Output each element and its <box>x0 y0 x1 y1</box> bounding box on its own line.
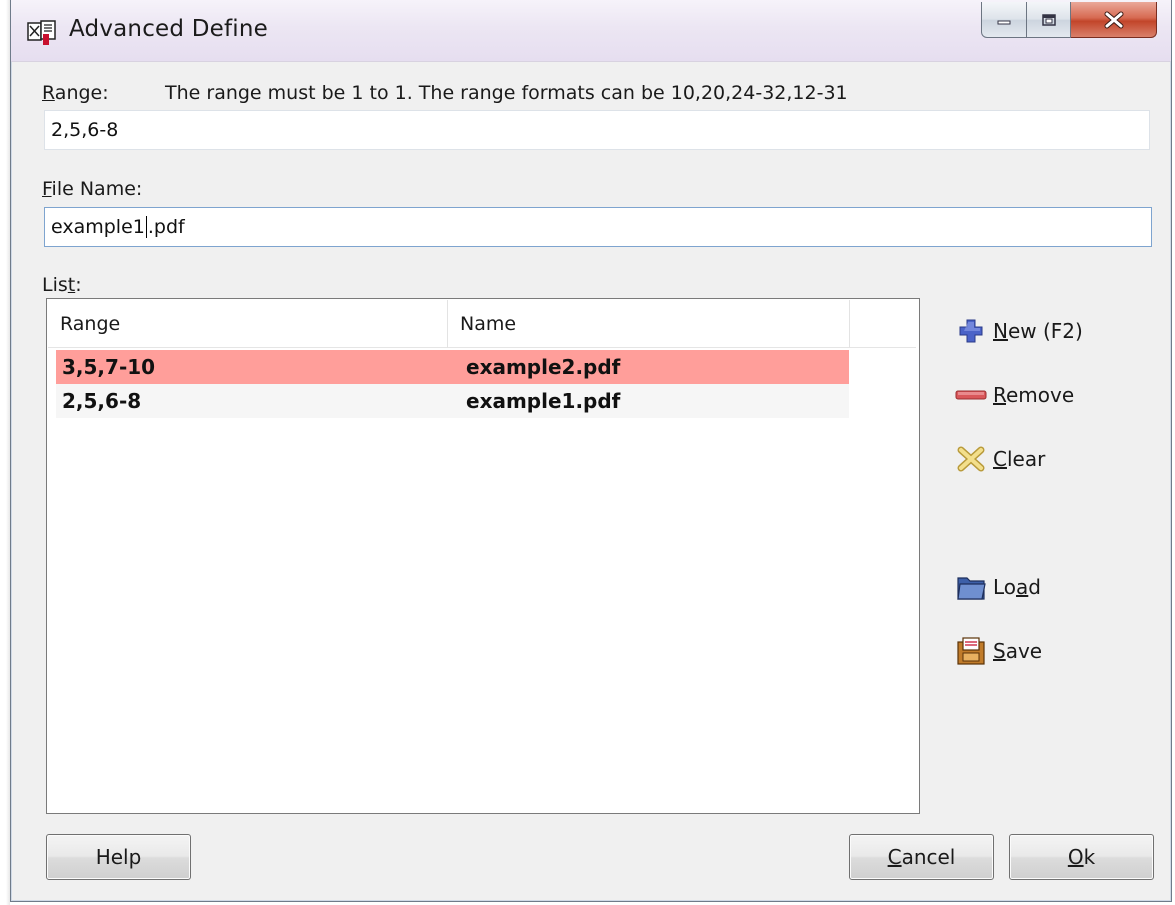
advanced-define-dialog: Advanced Define Range: The range must be… <box>10 0 1172 902</box>
range-list[interactable]: Range Name 3,5,7-10 example2.pdf 2,5,6-8… <box>46 298 920 814</box>
maximize-icon <box>1041 13 1056 26</box>
column-header-range[interactable]: Range <box>48 300 448 348</box>
range-input[interactable]: 2,5,6-8 <box>44 110 1150 150</box>
minimize-icon <box>997 20 1011 24</box>
file-name-input[interactable]: example1 .pdf <box>44 207 1152 247</box>
window-controls <box>981 2 1157 38</box>
file-name-value-start: example1 <box>51 216 145 238</box>
ok-button[interactable]: Ok <box>1009 834 1154 880</box>
row-name-cell: example1.pdf <box>466 389 621 413</box>
column-header-filler <box>850 300 916 348</box>
window-title: Advanced Define <box>69 16 268 42</box>
table-row-selected[interactable]: 3,5,7-10 example2.pdf <box>56 350 849 384</box>
file-name-label: File Name: <box>42 178 143 200</box>
row-name-cell: example2.pdf <box>466 355 621 379</box>
folder-icon <box>955 573 987 601</box>
cancel-button[interactable]: Cancel <box>849 834 994 880</box>
pdf-split-icon <box>27 20 57 46</box>
new-button[interactable]: New (F2) <box>955 317 1083 345</box>
list-header: Range Name <box>48 300 916 348</box>
close-button[interactable] <box>1071 2 1157 38</box>
title-bar[interactable]: Advanced Define <box>11 0 1171 62</box>
help-button[interactable]: Help <box>46 834 191 880</box>
range-hint: The range must be 1 to 1. The range form… <box>165 82 848 104</box>
row-range-cell: 3,5,7-10 <box>62 355 156 379</box>
table-row[interactable]: 2,5,6-8 example1.pdf <box>56 384 849 418</box>
file-name-value-end: .pdf <box>147 216 185 238</box>
remove-button[interactable]: Remove <box>955 381 1074 409</box>
range-input-value: 2,5,6-8 <box>51 119 119 141</box>
row-range-cell: 2,5,6-8 <box>62 389 142 413</box>
plus-icon <box>955 317 987 345</box>
save-button[interactable]: Save <box>955 637 1042 665</box>
range-label: Range: <box>42 82 109 104</box>
text-caret <box>145 216 147 238</box>
maximize-button[interactable] <box>1027 2 1071 38</box>
minimize-button[interactable] <box>981 2 1027 38</box>
clear-x-icon <box>955 445 987 473</box>
desktop-edge <box>0 0 10 905</box>
column-header-name[interactable]: Name <box>448 300 850 348</box>
load-button[interactable]: Load <box>955 573 1041 601</box>
close-icon <box>1104 11 1123 28</box>
list-label: List: <box>42 274 82 296</box>
clear-button[interactable]: Clear <box>955 445 1045 473</box>
save-icon <box>955 637 987 665</box>
minus-icon <box>955 381 987 409</box>
